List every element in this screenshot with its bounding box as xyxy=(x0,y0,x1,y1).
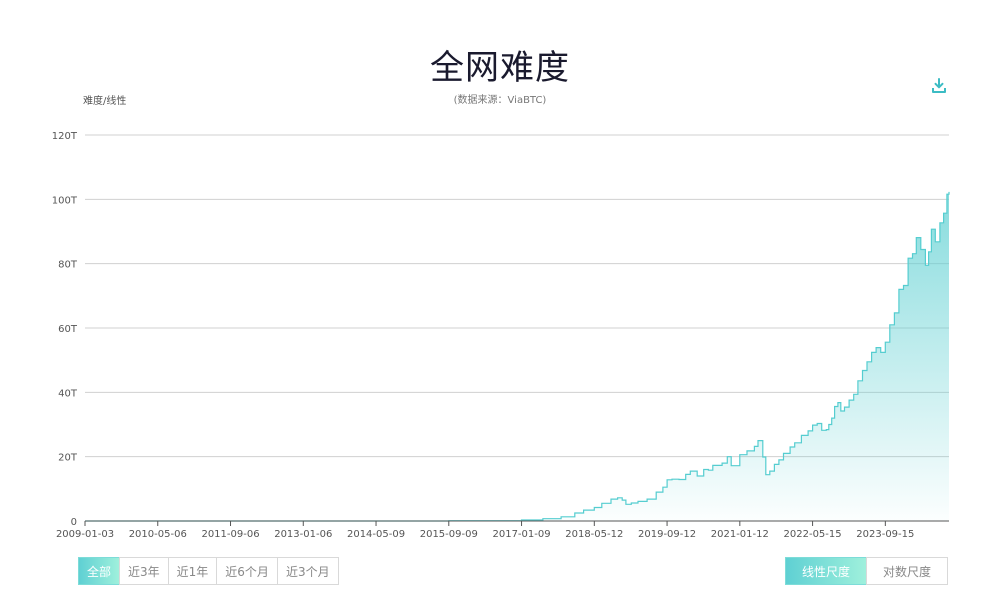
x-tick-label: 2011-09-06 xyxy=(201,529,259,540)
y-tick-label: 0 xyxy=(71,517,77,528)
range-button-2[interactable]: 近1年 xyxy=(167,557,218,585)
x-tick-label: 2018-05-12 xyxy=(565,529,623,540)
y-tick-labels: 0 20T 40T 60T 80T 100T 120T xyxy=(52,131,78,528)
scale-button-0[interactable]: 线性尺度 xyxy=(785,557,867,585)
x-tick-label: 2013-01-06 xyxy=(274,529,332,540)
y-tick-label: 40T xyxy=(58,388,78,399)
x-tick-label: 2022-05-15 xyxy=(784,529,842,540)
x-tick-label: 2009-01-03 xyxy=(56,529,114,540)
scale-button-1[interactable]: 对数尺度 xyxy=(866,557,948,585)
x-tick-label: 2023-09-15 xyxy=(856,529,914,540)
y-tick-label: 120T xyxy=(52,131,78,142)
x-tick-label: 2014-05-09 xyxy=(347,529,405,540)
x-tick-label: 2021-01-12 xyxy=(711,529,769,540)
range-button-1[interactable]: 近3年 xyxy=(119,557,169,585)
x-tick-label: 2019-09-12 xyxy=(638,529,696,540)
range-button-4[interactable]: 近3个月 xyxy=(276,557,339,585)
x-tick-label: 2010-05-06 xyxy=(129,529,187,540)
y-tick-label: 100T xyxy=(52,195,78,206)
area-fill xyxy=(85,191,949,521)
range-button-3[interactable]: 近6个月 xyxy=(216,557,278,585)
x-tick-label: 2015-09-09 xyxy=(420,529,478,540)
x-tick-label: 2017-01-09 xyxy=(492,529,550,540)
y-tick-label: 20T xyxy=(58,453,78,464)
x-axis: 2009-01-03 2010-05-06 2011-09-06 2013-01-06… xyxy=(56,520,949,540)
difficulty-chart: 0 20T 40T 60T 80T 100T 120T 2009-01-03 2010-05-… xyxy=(52,131,950,540)
range-button-0[interactable]: 全部 xyxy=(78,557,121,585)
grid-lines xyxy=(85,134,949,458)
y-tick-label: 60T xyxy=(58,324,78,335)
range-button-group: 全部 近3年 近1年 近6个月 近3个月 xyxy=(78,557,339,585)
area-series xyxy=(85,191,949,521)
scale-button-group: 线性尺度 对数尺度 xyxy=(785,557,948,585)
y-tick-label: 80T xyxy=(58,260,78,271)
